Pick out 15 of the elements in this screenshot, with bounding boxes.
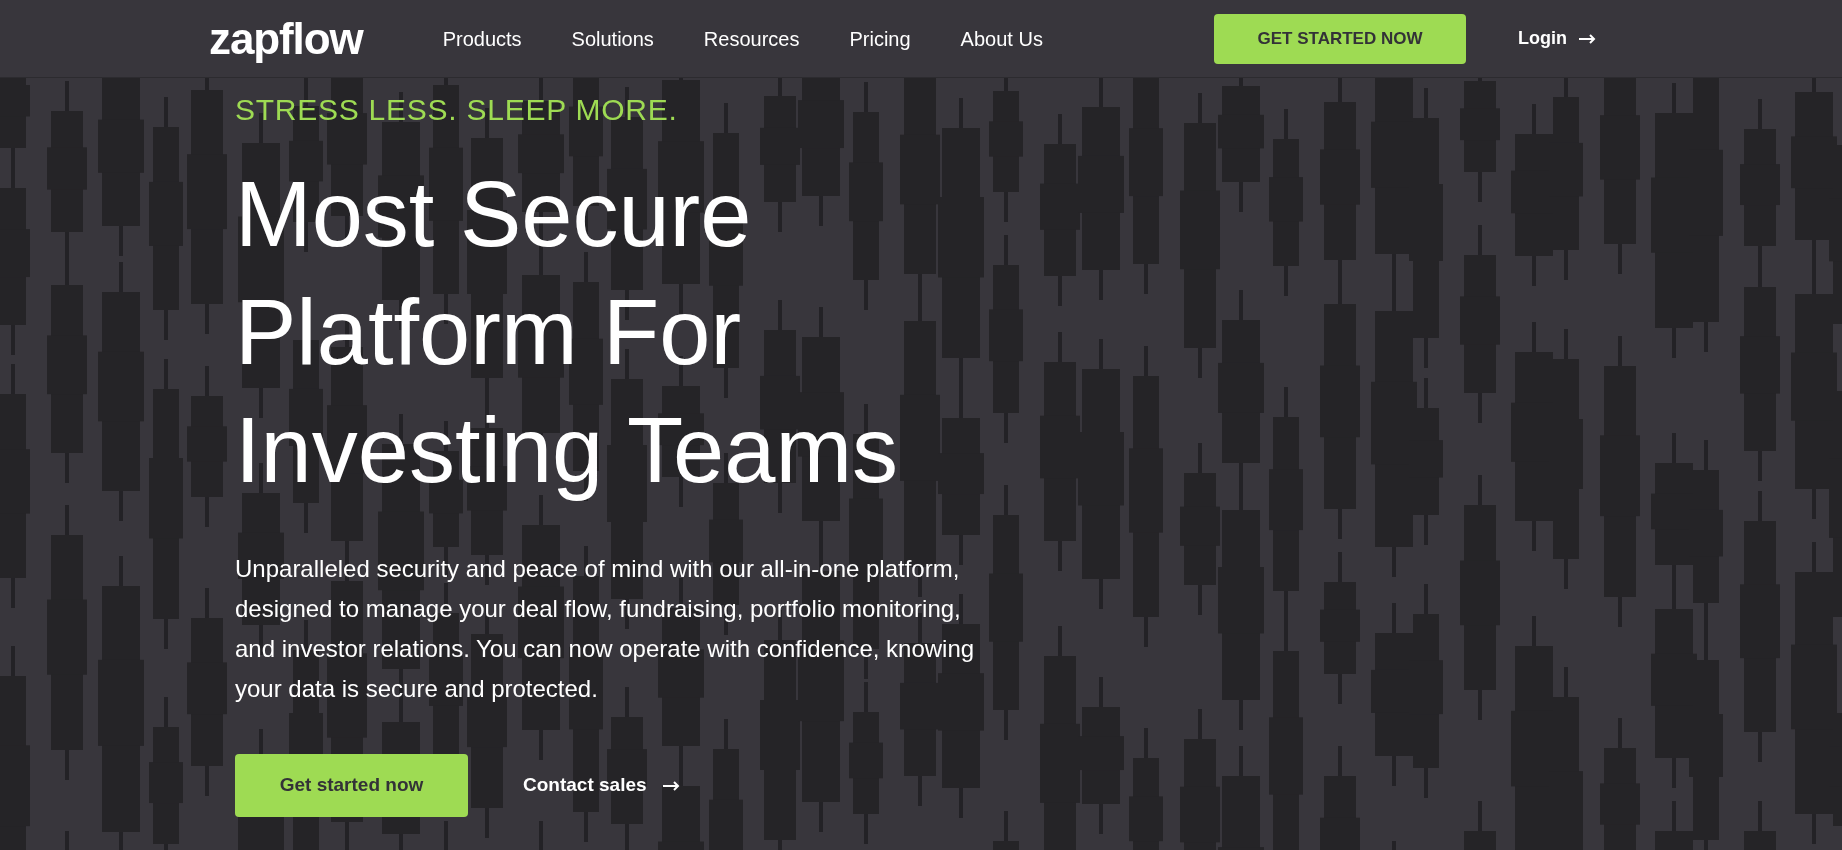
get-started-button[interactable]: Get started now (235, 754, 468, 817)
nav-link[interactable]: Resources (703, 23, 800, 54)
login-link[interactable]: Login (1518, 25, 1597, 52)
description: Unparalleled security and peace of mind with our all-in-one platform, designed to manage your deal flow, fundraising, portfolio monitoring, and investor relations. You can now operate with confidence, knowing your data is secure and protected. (235, 554, 976, 704)
tagline: STRESS LESS. SLEEP MORE. (235, 95, 678, 125)
contact-sales-link[interactable]: Contact sales (523, 771, 681, 800)
nav-link[interactable]: About Us (960, 23, 1043, 54)
nav-link[interactable]: Products (442, 23, 522, 54)
nav-link[interactable]: Pricing (849, 23, 911, 54)
headline: Most Secure Platform For Investing Teams (235, 162, 899, 503)
logo[interactable]: zapflow (209, 16, 363, 61)
arrow-right-icon (662, 780, 681, 791)
arrow-right-icon (1579, 33, 1597, 44)
get-started-button[interactable]: GET STARTED NOW (1214, 13, 1466, 64)
nav-link[interactable]: Solutions (571, 23, 654, 54)
